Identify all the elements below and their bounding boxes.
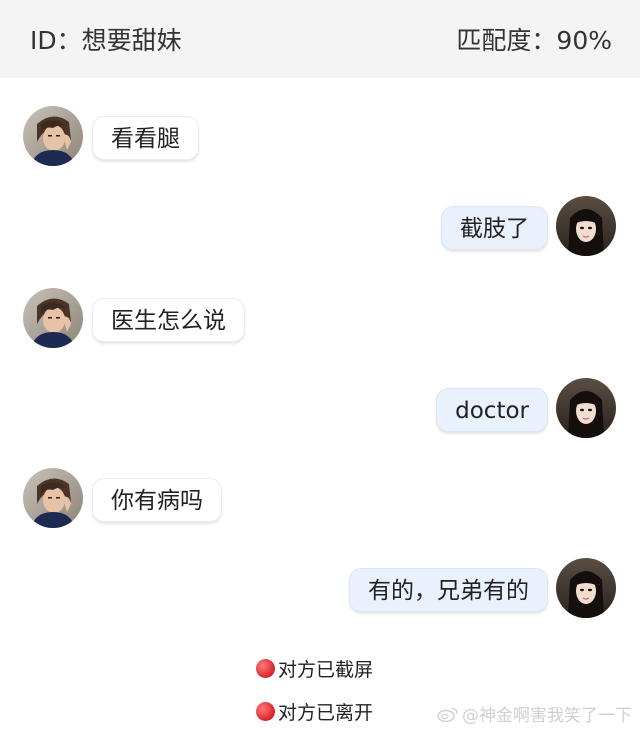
message-bubble-received[interactable]: 医生怎么说 xyxy=(92,298,245,342)
partner-avatar[interactable] xyxy=(23,288,83,348)
chat-header: ID：想要甜妹 匹配度：90% xyxy=(0,0,640,78)
partner-avatar[interactable] xyxy=(23,106,83,166)
system-notice: 对方已截屏 xyxy=(256,655,373,681)
system-notice-text: 对方已离开 xyxy=(278,701,374,724)
match-score: 匹配度：90% xyxy=(456,26,612,55)
message-bubble-received[interactable]: 看看腿 xyxy=(92,116,199,160)
red-dot-icon xyxy=(256,701,275,721)
partner-id: ID：想要甜妹 xyxy=(30,26,182,55)
user-avatar[interactable] xyxy=(556,378,616,438)
message-bubble-sent[interactable]: 有的，兄弟有的 xyxy=(349,568,548,612)
watermark-text: @神金啊害我笑了一下 xyxy=(462,706,632,726)
system-notice-text: 对方已截屏 xyxy=(278,658,374,681)
message-bubble-sent[interactable]: 截肢了 xyxy=(441,206,548,250)
partner-avatar[interactable] xyxy=(23,468,83,528)
user-avatar[interactable] xyxy=(556,558,616,618)
weibo-icon xyxy=(437,706,458,722)
message-bubble-sent[interactable]: doctor xyxy=(436,388,548,432)
system-notice: 对方已离开 xyxy=(256,698,373,724)
message-bubble-received[interactable]: 你有病吗 xyxy=(92,478,222,522)
user-avatar[interactable] xyxy=(556,196,616,256)
red-dot-icon xyxy=(256,658,275,678)
watermark: @神金啊害我笑了一下 xyxy=(437,701,632,726)
